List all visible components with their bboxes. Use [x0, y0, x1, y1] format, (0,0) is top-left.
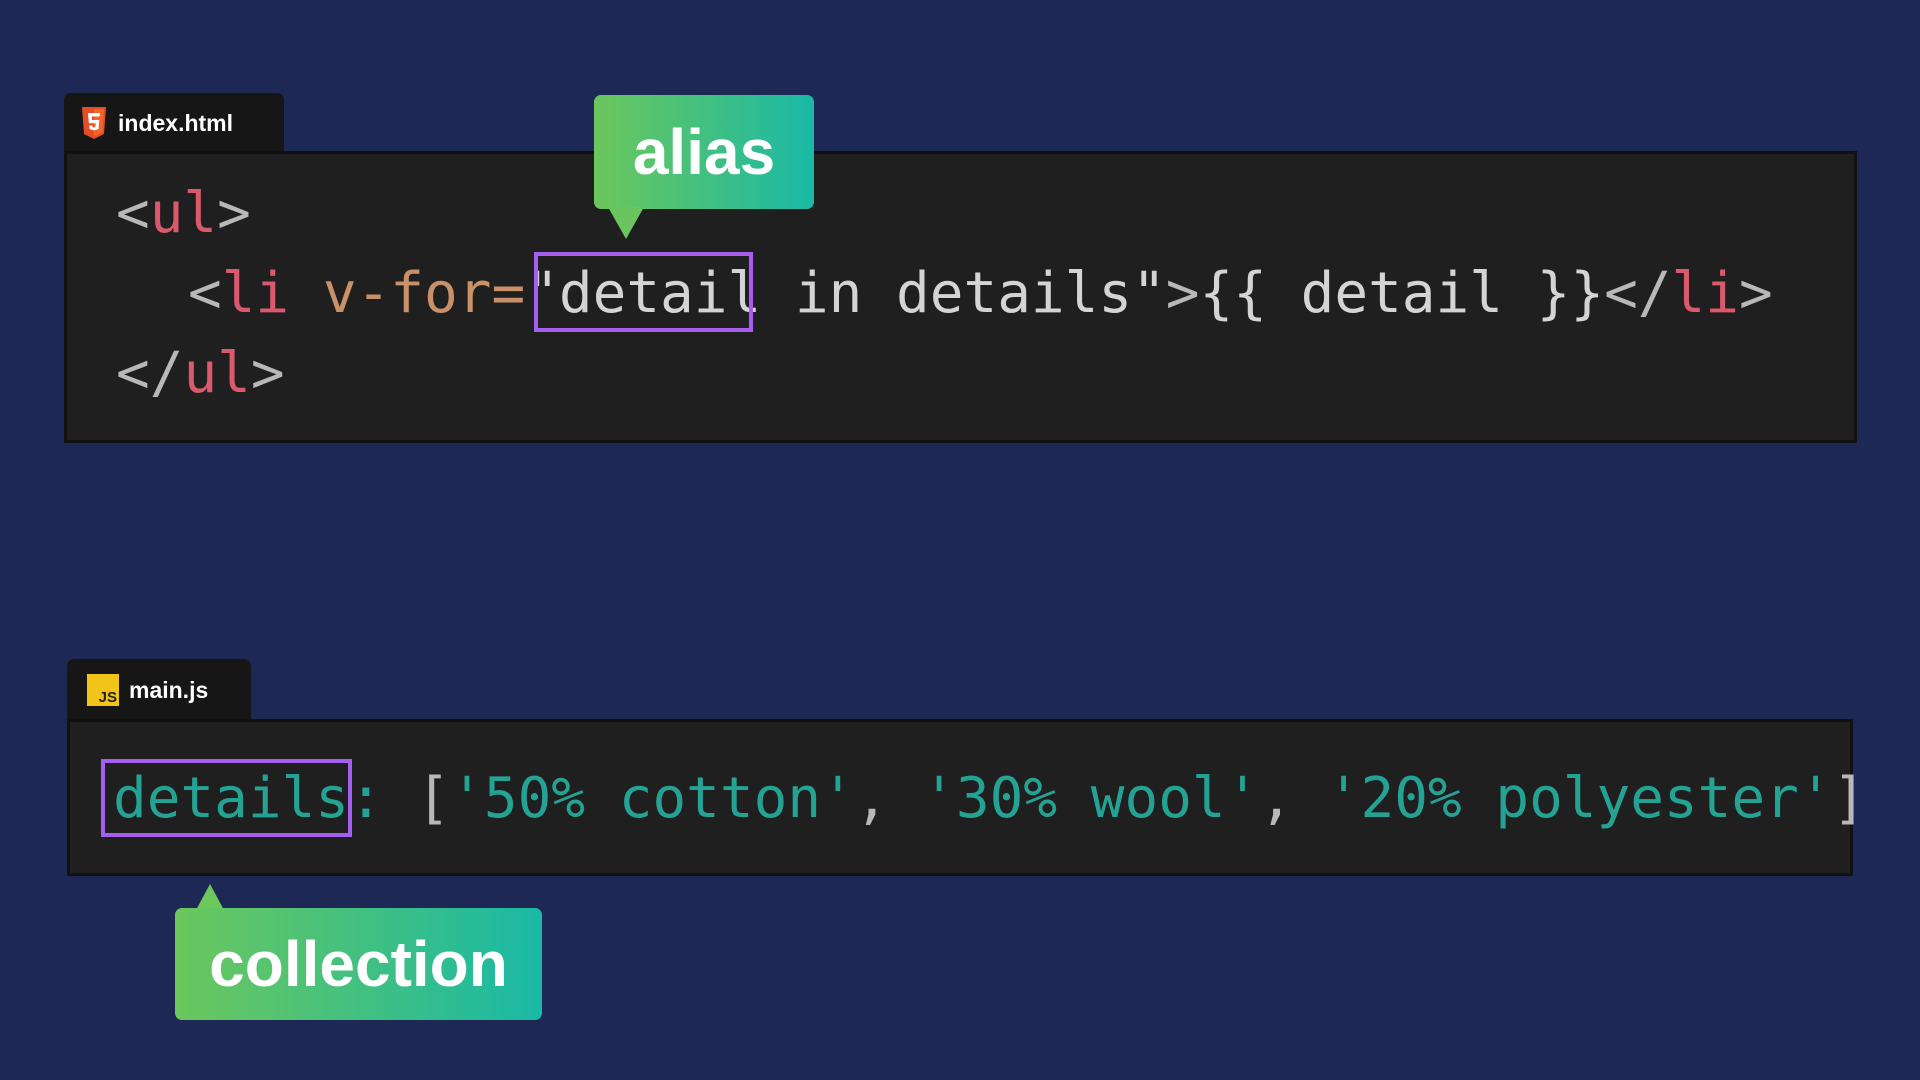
- collection-callout-label: collection: [209, 928, 508, 1000]
- collection-callout: collection: [175, 908, 542, 1020]
- code-line-js: details: ['50% cotton', '30% wool', '20%…: [113, 766, 1867, 831]
- collection-callout-pointer: [196, 884, 224, 910]
- file-tab-index-html[interactable]: index.html: [64, 93, 284, 153]
- alias-callout: alias: [594, 95, 814, 209]
- file-tab-main-js[interactable]: JS main.js: [67, 659, 251, 721]
- alias-callout-pointer: [608, 207, 644, 239]
- alias-highlight-box: [534, 252, 753, 332]
- code-line-2: <li v-for="detail in details">{{ detail …: [188, 261, 1773, 326]
- code-line-1: <ul>: [116, 181, 251, 246]
- alias-callout-label: alias: [632, 116, 776, 188]
- code-line-3: </ul>: [116, 341, 285, 406]
- html5-icon: [80, 107, 108, 139]
- js-icon: JS: [87, 674, 119, 706]
- file-tab-label: main.js: [129, 676, 209, 703]
- file-tab-label: index.html: [118, 109, 234, 136]
- collection-highlight-box: [101, 759, 352, 837]
